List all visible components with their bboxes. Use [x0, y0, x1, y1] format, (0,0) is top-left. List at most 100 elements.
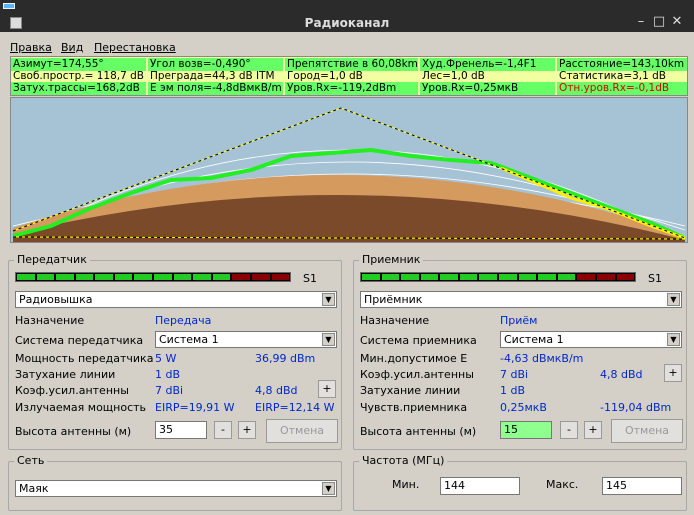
- tx-height-input[interactable]: 35: [155, 421, 207, 439]
- meter-segment: [36, 274, 55, 280]
- tx-power-dbm: 36,99 dBm: [255, 352, 316, 365]
- freq-min-input[interactable]: 144: [440, 477, 520, 495]
- rx-signal-meter: [360, 272, 636, 282]
- frequency-legend: Частота (МГц): [359, 454, 448, 467]
- tx-gain-add-button[interactable]: +: [318, 380, 336, 398]
- meter-segment: [440, 274, 458, 280]
- tx-power-w: 5 W: [155, 352, 177, 365]
- tx-eirp-label: Излучаемая мощность: [15, 401, 147, 414]
- meter-segment: [56, 274, 74, 280]
- path-profile-plot: [10, 97, 688, 243]
- chevron-down-icon: ▼: [322, 293, 335, 306]
- info-path-loss: Затух.трассы=168,2dB: [11, 82, 146, 95]
- network-select[interactable]: Маяк ▼: [15, 480, 337, 497]
- meter-segment: [401, 274, 419, 280]
- rx-system-label: Система приемника: [360, 334, 477, 347]
- meter-segment: [114, 274, 133, 280]
- tx-height-label: Высота антенны (м): [15, 425, 132, 438]
- window-icon: [3, 3, 15, 9]
- rx-height-input[interactable]: 15: [500, 421, 552, 439]
- meter-segment: [362, 274, 380, 280]
- tx-eirp-w2: EIRP=12,14 W: [255, 401, 335, 414]
- meter-segment: [518, 274, 537, 280]
- meter-segment: [193, 274, 211, 280]
- meter-segment: [212, 274, 231, 280]
- tx-height-minus-button[interactable]: -: [214, 421, 232, 439]
- tx-station-select[interactable]: Радиовышка ▼: [15, 291, 337, 308]
- rx-mine-value: -4,63 dBмкВ/m: [500, 352, 584, 365]
- info-panel: Азимут=174,55° Угол возв=-0,490° Препятс…: [10, 56, 688, 96]
- info-rel-level: Отн.уров.Rx=-0,1dB: [557, 82, 687, 95]
- rx-gain-label: Коэф.усил.антенны: [360, 368, 474, 381]
- rx-sens-label: Чувств.приемника: [360, 401, 468, 414]
- meter-segment: [557, 274, 576, 280]
- rx-system-select[interactable]: Система 1 ▼: [500, 331, 682, 348]
- menu-view[interactable]: Вид: [61, 41, 83, 54]
- meter-segment: [420, 274, 439, 280]
- rx-station-value: Приёмник: [364, 293, 423, 306]
- meter-segment: [134, 274, 153, 280]
- window-title: Радиоканал: [304, 16, 390, 30]
- rx-cancel-button[interactable]: Отмена: [611, 419, 683, 443]
- rx-height-label: Высота антенны (м): [360, 425, 477, 438]
- meter-segment: [17, 274, 35, 280]
- profile-svg: [11, 98, 687, 243]
- meter-segment: [95, 274, 113, 280]
- freq-min-label: Мин.: [392, 478, 420, 491]
- freq-max-label: Макс.: [546, 478, 579, 491]
- network-legend: Сеть: [14, 454, 48, 467]
- meter-segment: [459, 274, 478, 280]
- rx-gain-dbi: 7 dBi: [500, 368, 529, 381]
- info-rx-dbm: Уров.Rx=-119,2dBm: [285, 82, 418, 95]
- tx-eirp-w: EIRP=19,91 W: [155, 401, 235, 414]
- info-field-strength: Е эм поля=-4,8dBмкВ/m: [148, 82, 283, 95]
- rx-gain-dbd: 4,8 dBd: [600, 368, 643, 381]
- chevron-down-icon: ▼: [322, 482, 335, 495]
- close-icon[interactable]: ✕: [670, 15, 684, 29]
- rx-sens-uv: 0,25мкВ: [500, 401, 547, 414]
- tx-loss-label: Затухание линии: [15, 368, 116, 381]
- tx-gain-dbi: 7 dBi: [155, 384, 184, 397]
- rx-loss-value: 1 dB: [500, 384, 526, 397]
- receiver-legend: Приемник: [359, 253, 424, 266]
- rx-height-plus-button[interactable]: +: [584, 421, 602, 439]
- tx-signal-meter: [15, 272, 291, 282]
- meter-segment: [232, 274, 250, 280]
- rx-gain-add-button[interactable]: +: [664, 364, 682, 382]
- menu-edit[interactable]: Правка: [10, 41, 52, 54]
- freq-max-input[interactable]: 145: [602, 477, 682, 495]
- tx-system-select[interactable]: Система 1 ▼: [155, 331, 337, 348]
- meter-segment: [577, 274, 595, 280]
- tx-system-value: Система 1: [159, 333, 219, 346]
- rx-loss-label: Затухание линии: [360, 384, 461, 397]
- minimize-icon[interactable]: –: [634, 15, 648, 29]
- rx-system-value: Система 1: [504, 333, 564, 346]
- meter-segment: [271, 274, 290, 280]
- chevron-down-icon: ▼: [667, 293, 680, 306]
- rx-height-minus-button[interactable]: -: [560, 421, 578, 439]
- menu-swap[interactable]: Перестановка: [94, 41, 176, 54]
- rx-sens-dbm: -119,04 dBm: [600, 401, 672, 414]
- meter-segment: [75, 274, 94, 280]
- meter-segment: [479, 274, 498, 280]
- rx-station-select[interactable]: Приёмник ▼: [360, 291, 682, 308]
- meter-segment: [616, 274, 635, 280]
- info-rx-uv: Уров.Rx=0,25мкВ: [420, 82, 555, 95]
- rx-mine-label: Мин.допустимое Е: [360, 352, 468, 365]
- meter-segment: [381, 274, 400, 280]
- tx-station-value: Радиовышка: [19, 293, 93, 306]
- tx-gain-label: Коэф.усил.антенны: [15, 384, 129, 397]
- rx-meter-label: S1: [648, 272, 662, 285]
- tx-purpose-value: Передача: [155, 314, 212, 327]
- chevron-down-icon: ▼: [667, 333, 680, 346]
- meter-segment: [173, 274, 192, 280]
- meter-segment: [499, 274, 517, 280]
- rx-purpose-label: Назначение: [360, 314, 430, 327]
- tx-cancel-button[interactable]: Отмена: [266, 419, 338, 443]
- tx-height-plus-button[interactable]: +: [238, 421, 256, 439]
- meter-segment: [596, 274, 615, 280]
- maximize-icon[interactable]: □: [652, 15, 666, 29]
- meter-segment: [154, 274, 172, 280]
- network-value: Маяк: [19, 482, 49, 495]
- tx-purpose-label: Назначение: [15, 314, 85, 327]
